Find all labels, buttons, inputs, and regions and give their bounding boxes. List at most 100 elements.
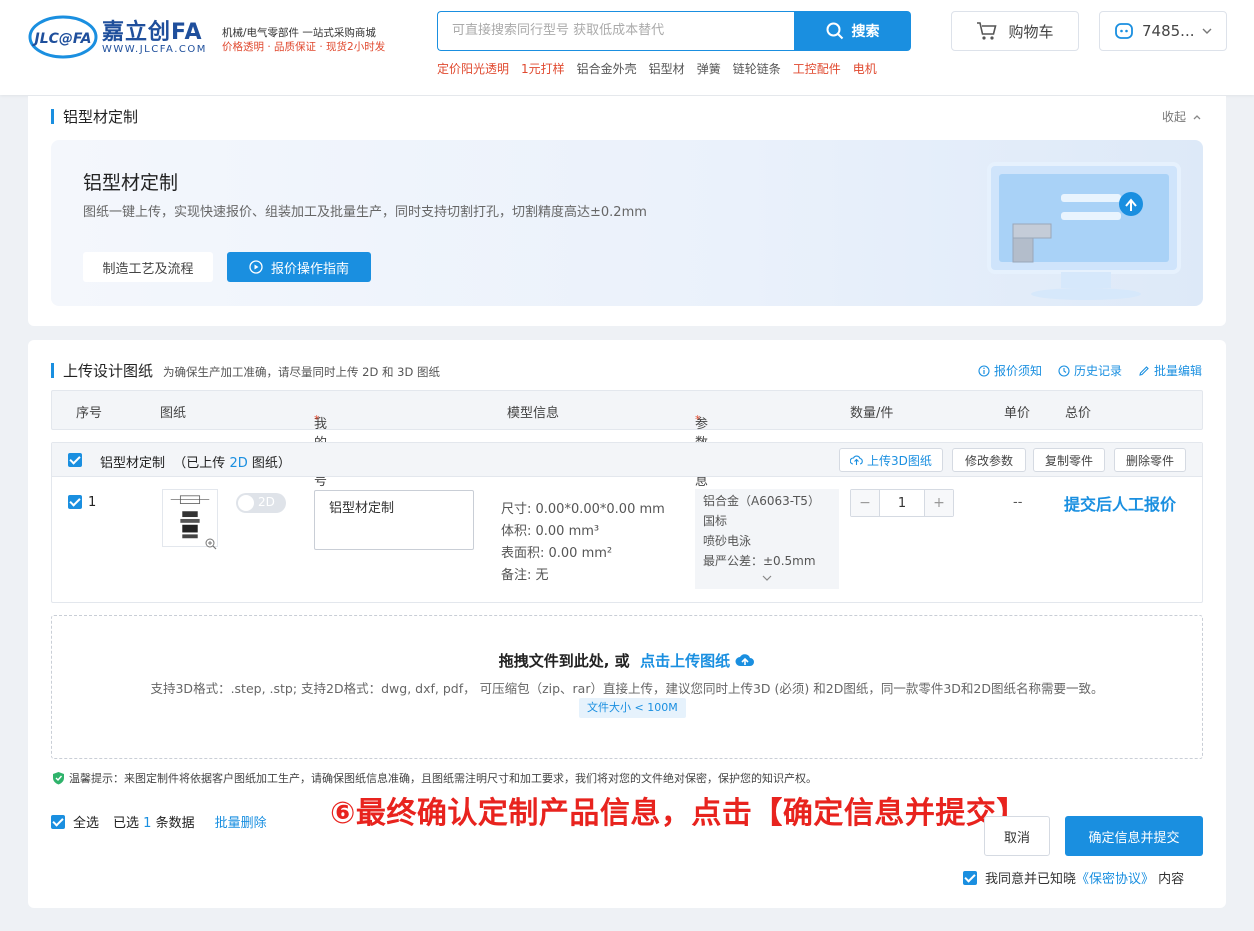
monitor-upload-illustration [987, 162, 1181, 300]
cart-icon [977, 22, 998, 40]
hot-links: 定价阳光透明 1元打样 铝合金外壳 铝型材 弹簧 链轮链条 工控配件 电机 [437, 60, 877, 77]
tip-text: 温馨提示：来图定制件将依据客户图纸加工生产，请确保图纸信息准确，且图纸需注明尺寸… [69, 772, 817, 785]
hot-link[interactable]: 链轮链条 [733, 60, 781, 77]
select-all-label[interactable]: 全选 [73, 812, 99, 831]
model-volume: 体积: 0.00 mm³ [501, 524, 600, 539]
cloud-upload-icon [735, 654, 755, 666]
dropzone-main: 拖拽文件到此处, 或 点击上传图纸 [52, 650, 1202, 671]
search-button[interactable]: 搜索 [794, 11, 911, 51]
qty-value[interactable]: 1 [879, 490, 925, 516]
model-info: 尺寸: 0.00*0.00*0.00 mm 体积: 0.00 mm³ 表面积: … [501, 499, 665, 587]
model-surface: 表面积: 0.00 mm² [501, 546, 613, 561]
hot-link[interactable]: 铝合金外壳 [577, 60, 637, 77]
chevron-down-icon[interactable] [761, 573, 773, 583]
cancel-button[interactable]: 取消 [984, 816, 1050, 856]
select-all-checkbox[interactable] [51, 814, 65, 829]
qty-minus-button[interactable]: − [851, 490, 879, 516]
edit-params-button[interactable]: 修改参数 [952, 448, 1026, 472]
hot-link[interactable]: 1元打样 [521, 60, 565, 77]
top-header: JLC@FA 嘉立创FA WWW.JLCFA.COM 机械/电气零部件 一站式采… [0, 0, 1254, 95]
toggle-label: 2D [258, 495, 275, 509]
group-name: 铝型材定制 （已上传 2D 图纸） [100, 456, 291, 471]
unit-price: -- [1013, 495, 1023, 510]
group-checkbox[interactable] [68, 453, 82, 467]
total-price: 提交后人工报价 [1064, 495, 1177, 514]
jlcfa-logo[interactable]: JLC@FA [28, 13, 98, 61]
col-drawing: 图纸 [160, 406, 187, 421]
upload-3d-label: 上传3D图纸 [867, 453, 932, 468]
table-header: 序号 图纸 我的型号 * 模型信息 参数信息 * 数量/件 单价 总价 [51, 390, 1203, 489]
confirm-submit-button[interactable]: 确定信息并提交 [1065, 816, 1203, 856]
zoom-in-icon[interactable] [205, 538, 217, 550]
param-info[interactable]: 铝合金（A6063-T5）国标 喷砂电泳 最严公差：±0.5mm [695, 489, 839, 589]
quantity-stepper[interactable]: − 1 + [850, 489, 954, 517]
chevron-down-icon [1202, 28, 1212, 34]
hot-link[interactable]: 工控配件 [793, 60, 841, 77]
my-model-input[interactable]: 铝型材定制 [314, 490, 474, 550]
confidentiality-link[interactable]: 《保密协议》 [1076, 872, 1154, 887]
history-link[interactable]: 历史记录 [1058, 362, 1122, 379]
hot-link[interactable]: 电机 [853, 60, 877, 77]
model-note: 备注: 无 [501, 568, 549, 583]
row-checkbox[interactable] [68, 495, 82, 509]
col-index: 序号 [76, 406, 103, 421]
search-icon [826, 22, 843, 40]
quote-notice-link[interactable]: 报价须知 [978, 362, 1042, 379]
upload-card: 上传设计图纸 为确保生产加工准确，请尽量同时上传 2D 和 3D 图纸 报价须知… [28, 340, 1226, 908]
search-button-label: 搜索 [851, 24, 880, 40]
intro-banner: 铝型材定制 图纸一键上传，实现快速报价、组装加工及批量生产，同时支持切割打孔，切… [51, 140, 1203, 306]
part-group: 铝型材定制 （已上传 2D 图纸） 上传3D图纸 修改参数 复制零件 删除零件 … [51, 442, 1203, 603]
section-title: 铝型材定制 [51, 106, 138, 127]
banner-description: 图纸一键上传，实现快速报价、组装加工及批量生产，同时支持切割打孔，切割精度高达±… [83, 205, 647, 220]
upload-actions: 报价须知 历史记录 批量编辑 [978, 362, 1202, 379]
process-button[interactable]: 制造工艺及流程 [83, 252, 213, 282]
search-input[interactable]: 可直接搜索同行型号 获取低成本替代 [437, 11, 795, 51]
file-size-limit: 文件大小 < 100M [579, 698, 686, 718]
quote-guide-button[interactable]: 报价操作指南 [227, 252, 371, 282]
col-unit-price: 单价 [1004, 406, 1031, 421]
hot-link[interactable]: 铝型材 [649, 60, 685, 77]
user-avatar-icon [1115, 23, 1133, 39]
param-material: 铝合金（A6063-T5）国标 [703, 494, 820, 528]
tip-notice: 温馨提示：来图定制件将依据客户图纸加工生产，请确保图纸信息准确，且图纸需注明尺寸… [52, 770, 817, 786]
batch-delete-link[interactable]: 批量删除 [215, 812, 267, 831]
param-tolerance: 最严公差：±0.5mm [703, 554, 816, 568]
model-size: 尺寸: 0.00*0.00*0.00 mm [501, 502, 665, 517]
col-model-info: 模型信息 [507, 406, 560, 421]
slogan-line2: 价格透明 · 品质保证 · 现货2小时发 [222, 41, 386, 53]
play-icon [249, 260, 263, 274]
upload-subtitle: 为确保生产加工准确，请尽量同时上传 2D 和 3D 图纸 [163, 365, 440, 379]
copy-part-button[interactable]: 复制零件 [1033, 448, 1105, 472]
col-total: 总价 [1065, 406, 1092, 421]
agreement-checkbox[interactable] [963, 870, 977, 885]
qty-plus-button[interactable]: + [925, 490, 953, 516]
batch-edit-link[interactable]: 批量编辑 [1138, 362, 1202, 379]
logo-text: JLC@FA [32, 31, 92, 47]
select-all-bar: 全选 已选 1 条数据 批量删除 [51, 812, 267, 831]
quote-guide-label: 报价操作指南 [270, 261, 349, 277]
brand-name: 嘉立创FA [102, 20, 203, 45]
2d-toggle[interactable]: 2D [236, 493, 286, 513]
instruction-annotation: ⑥最终确认定制产品信息，点击【确定信息并提交】 [330, 796, 1027, 831]
col-qty: 数量/件 [850, 406, 894, 421]
param-finish: 喷砂电泳 [703, 534, 752, 548]
cart-button[interactable]: 购物车 [951, 11, 1079, 51]
upload-title: 上传设计图纸 [51, 360, 153, 381]
brand-url: WWW.JLCFA.COM [102, 44, 207, 55]
hot-link[interactable]: 弹簧 [697, 60, 721, 77]
slogan-line1: 机械/电气零部件 一站式采购商城 [222, 27, 376, 39]
selected-summary: 已选 1 条数据 [113, 816, 195, 831]
banner-title: 铝型材定制 [83, 172, 179, 194]
user-menu[interactable]: 7485... [1099, 11, 1227, 51]
cloud-upload-icon [850, 455, 863, 465]
quote-notice-label: 报价须知 [993, 364, 1042, 378]
click-upload-link[interactable]: 点击上传图纸 [640, 652, 730, 670]
collapse-toggle[interactable]: 收起 [1162, 108, 1202, 125]
hot-link[interactable]: 定价阳光透明 [437, 60, 509, 77]
collapse-label: 收起 [1161, 110, 1186, 124]
delete-part-button[interactable]: 删除零件 [1114, 448, 1186, 472]
shield-check-icon [53, 772, 64, 785]
history-icon [1058, 364, 1070, 377]
upload-dropzone[interactable]: 拖拽文件到此处, 或 点击上传图纸 支持3D格式：.step, .stp; 支持… [51, 615, 1203, 759]
upload-3d-button[interactable]: 上传3D图纸 [839, 448, 943, 472]
